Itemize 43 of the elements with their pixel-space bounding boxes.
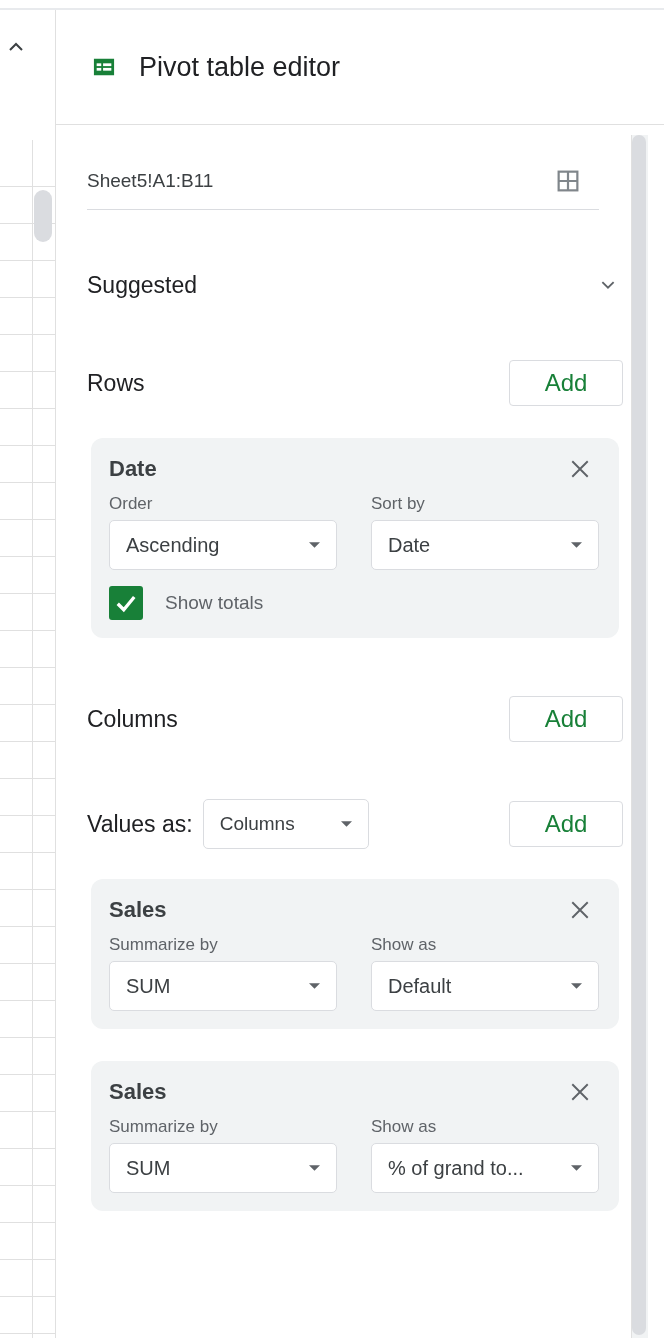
add-button[interactable]: Add: [509, 696, 623, 742]
field-name: Sales: [109, 1079, 167, 1105]
dropdown-label: Show as: [371, 935, 438, 955]
dropdown-label: Show as: [371, 1117, 438, 1137]
field-name: Sales: [109, 897, 167, 923]
dropdown-arrow-icon: [571, 1165, 582, 1171]
chevron-down-icon[interactable]: [601, 280, 615, 290]
dropdown[interactable]: % of grand to...: [371, 1143, 599, 1193]
section-label: Values as:: [87, 810, 193, 838]
table-icon: [93, 57, 115, 77]
dropdown[interactable]: Ascending: [109, 520, 337, 570]
close-icon[interactable]: [571, 1083, 589, 1101]
section-label: Rows: [87, 369, 145, 397]
range-field[interactable]: Sheet5!A1:B11: [87, 153, 599, 210]
dropdown-arrow-icon: [571, 983, 582, 989]
dropdown-arrow-icon: [571, 542, 582, 548]
add-button[interactable]: Add: [509, 360, 623, 406]
field-name: Date: [109, 456, 157, 482]
dropdown-label: Order: [109, 494, 154, 514]
checkbox[interactable]: [109, 586, 143, 620]
dropdown[interactable]: SUM: [109, 961, 337, 1011]
dropdown-arrow-icon: [309, 542, 320, 548]
panel-title: Pivot table editor: [139, 51, 341, 83]
dropdown-arrow-icon: [309, 1165, 320, 1171]
add-button[interactable]: Add: [509, 801, 623, 847]
close-icon[interactable]: [571, 460, 589, 478]
section-label: Suggested: [87, 271, 197, 299]
close-icon[interactable]: [571, 901, 589, 919]
section-label: Columns: [87, 705, 178, 733]
dropdown[interactable]: Columns: [202, 799, 369, 849]
dropdown-label: Summarize by: [109, 935, 219, 955]
scrollbar-thumb[interactable]: [34, 190, 52, 242]
dropdown-arrow-icon: [340, 821, 352, 827]
scrollbar-thumb[interactable]: [632, 135, 646, 1335]
dropdown-arrow-icon: [309, 983, 320, 989]
grid-icon[interactable]: [557, 170, 579, 192]
dropdown[interactable]: Default: [371, 961, 599, 1011]
collapse-icon[interactable]: [8, 42, 24, 52]
dropdown[interactable]: Date: [371, 520, 599, 570]
dropdown[interactable]: SUM: [109, 1143, 337, 1193]
dropdown-label: Sort by: [371, 494, 426, 514]
checkbox-label: Show totals: [165, 592, 264, 614]
dropdown-label: Summarize by: [109, 1117, 219, 1137]
